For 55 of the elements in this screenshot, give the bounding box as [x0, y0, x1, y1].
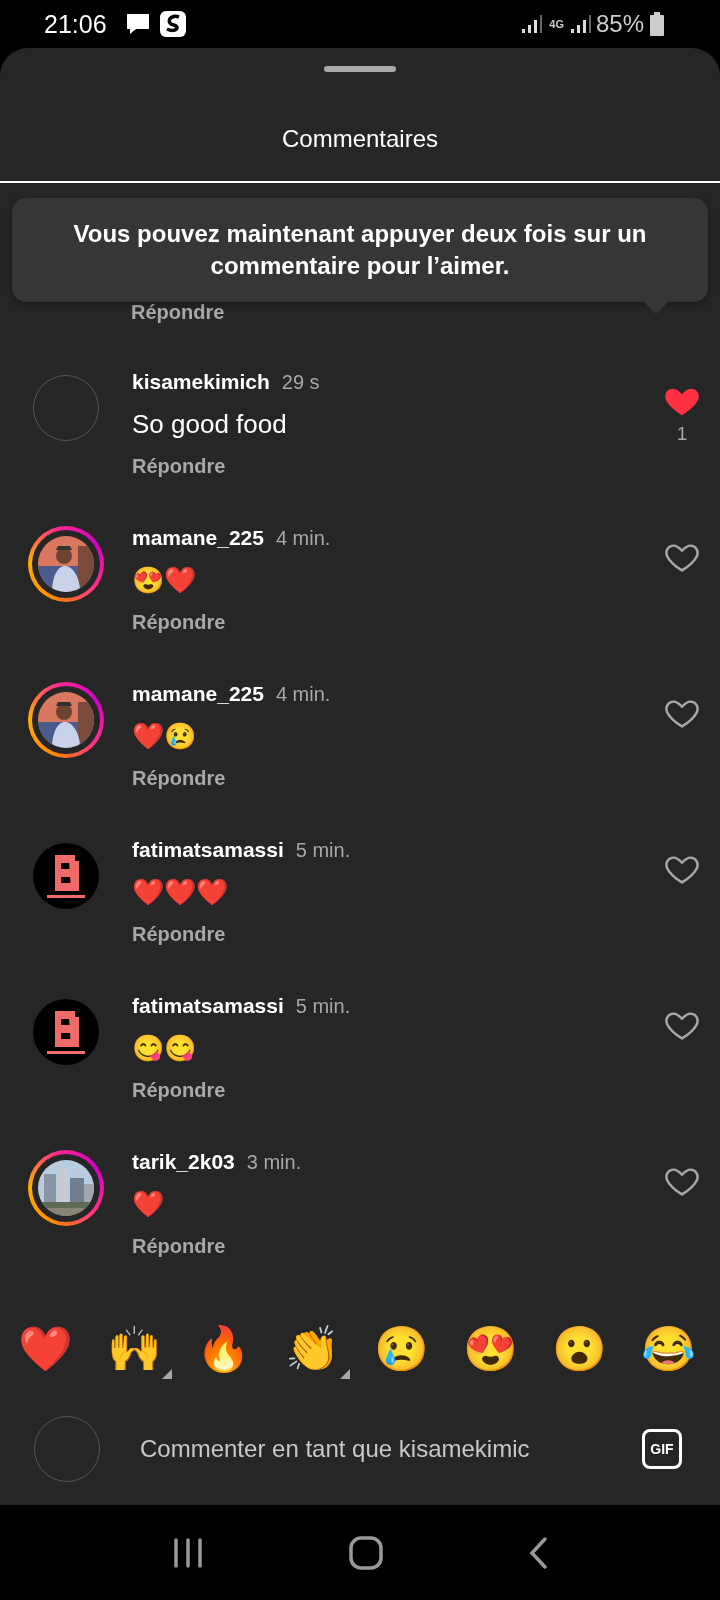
heart-icon[interactable]	[665, 1167, 699, 1197]
like-count: 1	[676, 423, 688, 445]
network-type: 4G	[549, 18, 564, 30]
heart-icon[interactable]	[665, 387, 699, 417]
username[interactable]: mamane_225	[132, 526, 264, 550]
signal-icon	[521, 14, 544, 34]
chat-bubble-icon	[124, 12, 151, 36]
reaction-emoji[interactable]: 👏	[285, 1327, 340, 1371]
reply-link[interactable]: Répondre	[132, 607, 226, 637]
comment-text: ❤😢	[132, 720, 196, 753]
signal-icon	[569, 14, 592, 34]
back-icon[interactable]	[528, 1535, 548, 1570]
app-icon	[158, 10, 187, 38]
reaction-emoji[interactable]: ❤	[18, 1327, 73, 1371]
comment-time: 29 s	[281, 370, 320, 394]
username[interactable]: fatimatsamassi	[132, 838, 284, 862]
drag-handle[interactable]	[324, 66, 396, 72]
recent-apps-icon[interactable]	[172, 1536, 204, 1569]
tooltip-text: Vous pouvez maintenant appuyer deux fois sur un commentaire pour l’aimer.	[72, 219, 648, 281]
reaction-emoji[interactable]: 🙌	[107, 1327, 162, 1371]
comment-input-field[interactable]: Commenter en tant que kisamekimic	[140, 1435, 622, 1463]
username[interactable]: kisamekimich	[132, 370, 270, 394]
reaction-emoji[interactable]: 😮	[552, 1327, 607, 1371]
comment-text: So good food	[132, 408, 287, 441]
comment-text: ❤❤❤	[132, 876, 228, 909]
username[interactable]: fatimatsamassi	[132, 994, 284, 1018]
sheet-title: Commentaires	[281, 124, 438, 154]
heart-icon[interactable]	[665, 699, 699, 729]
reply-link[interactable]: Répondre	[132, 1231, 226, 1261]
status-time: 21:06	[44, 9, 107, 39]
username[interactable]: tarik_2k03	[132, 1150, 235, 1174]
reply-link[interactable]: Répondre	[132, 919, 226, 949]
reaction-emoji[interactable]: 😢	[374, 1327, 429, 1371]
reply-link[interactable]: Répondre	[132, 451, 226, 481]
reaction-emoji[interactable]: 🔥	[196, 1327, 251, 1371]
comment-time: 3 min.	[246, 1150, 302, 1174]
reply-link[interactable]: Répondre	[132, 1075, 226, 1105]
battery-percent: 85%	[595, 10, 644, 38]
comment-text: ❤	[132, 1188, 164, 1221]
home-icon[interactable]	[348, 1534, 384, 1571]
username[interactable]: mamane_225	[132, 682, 264, 706]
heart-icon[interactable]	[665, 1011, 699, 1041]
reply-link[interactable]: Répondre	[132, 763, 226, 793]
comment-time: 5 min.	[295, 838, 351, 862]
comment-time: 5 min.	[295, 994, 351, 1018]
heart-icon[interactable]	[665, 855, 699, 885]
battery-icon	[650, 12, 664, 36]
gif-button[interactable]: GIF	[642, 1429, 682, 1469]
comment-time: 4 min.	[275, 526, 331, 550]
comment-text: 😍❤	[132, 564, 196, 597]
reaction-emoji[interactable]: 😂	[641, 1327, 696, 1371]
heart-icon[interactable]	[665, 543, 699, 573]
comment-time: 4 min.	[275, 682, 331, 706]
comment-text: 😋😋	[132, 1032, 196, 1065]
reaction-emoji[interactable]: 😍	[463, 1327, 518, 1371]
